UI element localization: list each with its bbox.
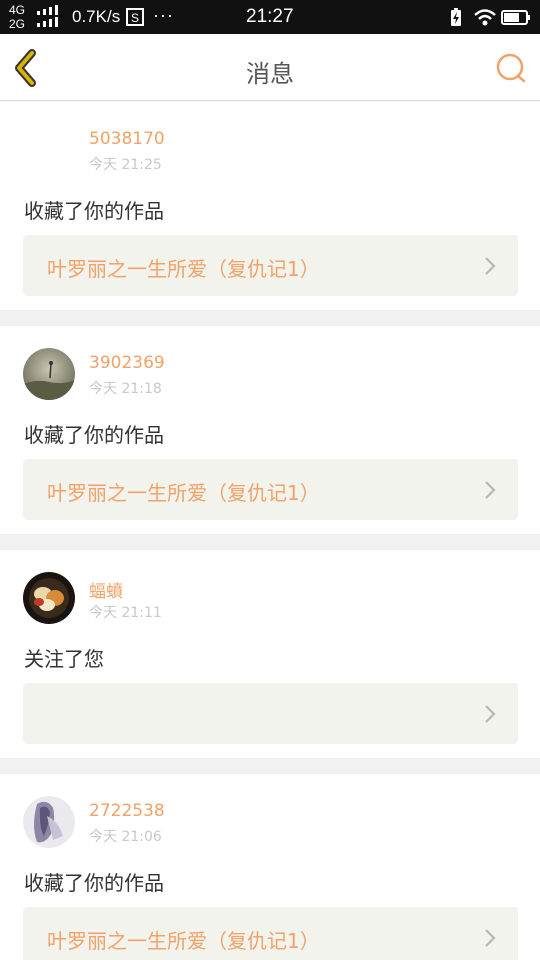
- message-item: 蝠蟦 今天 21:11 关注了您: [0, 550, 540, 758]
- message-item: 3902369 今天 21:18 收藏了你的作品 叶罗丽之一生所爱（复仇记1）: [0, 326, 540, 534]
- work-link[interactable]: 叶罗丽之一生所爱（复仇记1）: [23, 907, 518, 960]
- divider: [0, 534, 540, 550]
- work-link[interactable]: [23, 683, 518, 744]
- svg-text:S: S: [131, 11, 139, 25]
- avatar[interactable]: [23, 348, 75, 400]
- chevron-right-icon: [485, 929, 496, 947]
- username[interactable]: 5038170: [89, 129, 165, 149]
- username[interactable]: 2722538: [89, 801, 165, 821]
- timestamp: 今天 21:06: [89, 829, 162, 845]
- signal-icon: [37, 5, 58, 27]
- action-text: 关注了您: [24, 647, 104, 671]
- girl-avatar-image: [23, 796, 75, 848]
- message-item: 5038170 今天 21:25 收藏了你的作品 叶罗丽之一生所爱（复仇记1）: [0, 102, 540, 310]
- timestamp: 今天 21:25: [89, 157, 162, 173]
- timestamp: 今天 21:11: [89, 605, 162, 621]
- action-text: 收藏了你的作品: [24, 423, 164, 447]
- landscape-avatar-image: [23, 348, 75, 400]
- message-list: 5038170 今天 21:25 收藏了你的作品 叶罗丽之一生所爱（复仇记1）: [0, 102, 540, 960]
- avatar[interactable]: [23, 124, 75, 176]
- status-bar: 4G 2G 0.7K/s S ··· 21:27: [0, 0, 540, 34]
- chevron-right-icon: [485, 257, 496, 275]
- top-nav: 消息: [0, 34, 540, 101]
- action-text: 收藏了你的作品: [24, 199, 164, 223]
- network-type-top: 4G: [9, 3, 26, 17]
- page-title: 消息: [246, 60, 294, 88]
- network-speed: 0.7K/s: [72, 7, 121, 26]
- work-title: 叶罗丽之一生所爱（复仇记1）: [47, 929, 320, 953]
- charging-icon: [451, 8, 461, 26]
- notification-icon: S: [126, 8, 144, 26]
- action-text: 收藏了你的作品: [24, 871, 164, 895]
- message-item: 2722538 今天 21:06 收藏了你的作品 叶罗丽之一生所爱（复仇记1）: [0, 774, 540, 960]
- work-link[interactable]: 叶罗丽之一生所爱（复仇记1）: [23, 235, 518, 296]
- network-type: 4G 2G: [9, 3, 25, 31]
- avatar[interactable]: [23, 572, 75, 624]
- work-link[interactable]: 叶罗丽之一生所爱（复仇记1）: [23, 459, 518, 520]
- battery-icon: [501, 10, 530, 25]
- food-avatar-image: [23, 572, 75, 624]
- divider: [0, 310, 540, 326]
- clock: 21:27: [246, 6, 294, 27]
- work-title: 叶罗丽之一生所爱（复仇记1）: [47, 481, 320, 505]
- more-notifications-icon: ···: [153, 5, 174, 25]
- timestamp: 今天 21:18: [89, 381, 162, 397]
- work-title: 叶罗丽之一生所爱（复仇记1）: [47, 257, 320, 281]
- search-button[interactable]: [494, 51, 528, 85]
- avatar[interactable]: [23, 796, 75, 848]
- divider: [0, 758, 540, 774]
- wifi-icon: [474, 9, 496, 26]
- network-type-bottom: 2G: [9, 17, 26, 31]
- chevron-right-icon: [485, 481, 496, 499]
- search-icon: [496, 53, 526, 83]
- username[interactable]: 蝠蟦: [89, 577, 123, 602]
- username[interactable]: 3902369: [89, 353, 165, 373]
- chevron-right-icon: [485, 705, 496, 723]
